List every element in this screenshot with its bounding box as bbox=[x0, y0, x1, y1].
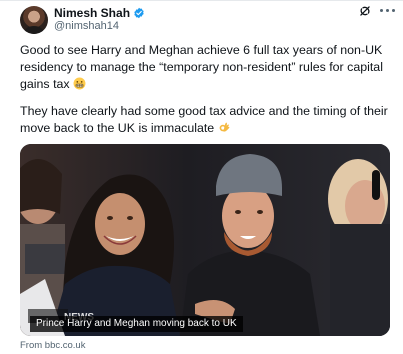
tweet-paragraph-1: Good to see Harry and Meghan achieve 6 f… bbox=[20, 42, 392, 93]
avatar[interactable] bbox=[20, 6, 48, 34]
author-name-row: Nimesh Shah bbox=[54, 6, 145, 20]
link-source[interactable]: From bbc.co.uk bbox=[20, 340, 85, 351]
author-display-name[interactable]: Nimesh Shah bbox=[54, 6, 130, 20]
more-icon[interactable] bbox=[380, 9, 396, 13]
verified-badge-icon bbox=[134, 7, 144, 19]
divider bbox=[0, 0, 403, 1]
grimacing-face-emoji bbox=[73, 77, 86, 90]
tweet[interactable]: Nimesh Shah @nimshah14 Good to see Harry… bbox=[0, 0, 403, 354]
media-image[interactable]: NEWS Prince Harry and Meghan moving back… bbox=[20, 144, 390, 336]
media-caption: Prince Harry and Meghan moving back to U… bbox=[30, 316, 243, 332]
tweet-paragraph-2: They have clearly had some good tax advi… bbox=[20, 103, 392, 137]
photo-couple-at-event: NEWS bbox=[20, 144, 390, 336]
tweet-text-2: They have clearly had some good tax advi… bbox=[20, 104, 388, 135]
author-handle[interactable]: @nimshah14 bbox=[54, 20, 119, 32]
ok-hand-emoji bbox=[219, 122, 230, 132]
grok-icon[interactable] bbox=[358, 4, 372, 18]
